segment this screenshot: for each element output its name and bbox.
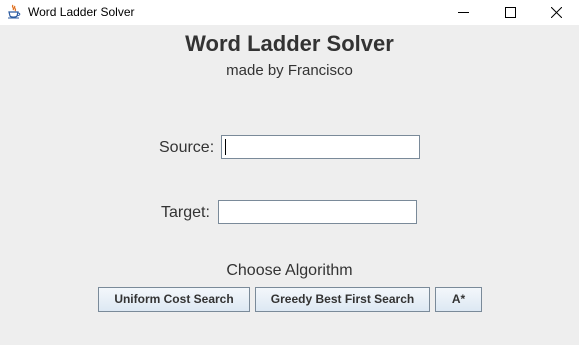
java-cup-icon (7, 4, 21, 19)
target-label: Target: (161, 204, 210, 221)
a-star-button[interactable]: A* (435, 287, 482, 312)
app-heading: Word Ladder Solver (185, 31, 394, 56)
app-subheading: made by Francisco (226, 62, 353, 79)
source-label: Source: (159, 139, 215, 156)
close-button[interactable] (534, 0, 579, 25)
maximize-icon (505, 7, 516, 18)
minimize-icon (458, 12, 469, 13)
greedy-best-first-search-button[interactable]: Greedy Best First Search (255, 287, 430, 312)
window-title: Word Ladder Solver (28, 5, 135, 19)
app-window: Word Ladder Solver Word Ladder Solver ma… (0, 0, 579, 345)
uniform-cost-search-button[interactable]: Uniform Cost Search (98, 287, 250, 312)
text-caret (225, 139, 226, 155)
minimize-button[interactable] (441, 0, 487, 25)
close-icon (551, 7, 562, 18)
choose-algorithm-label: Choose Algorithm (226, 262, 353, 279)
source-input[interactable] (221, 135, 420, 159)
target-input[interactable] (218, 200, 417, 224)
maximize-button[interactable] (488, 0, 534, 25)
title-bar[interactable]: Word Ladder Solver (0, 0, 579, 25)
